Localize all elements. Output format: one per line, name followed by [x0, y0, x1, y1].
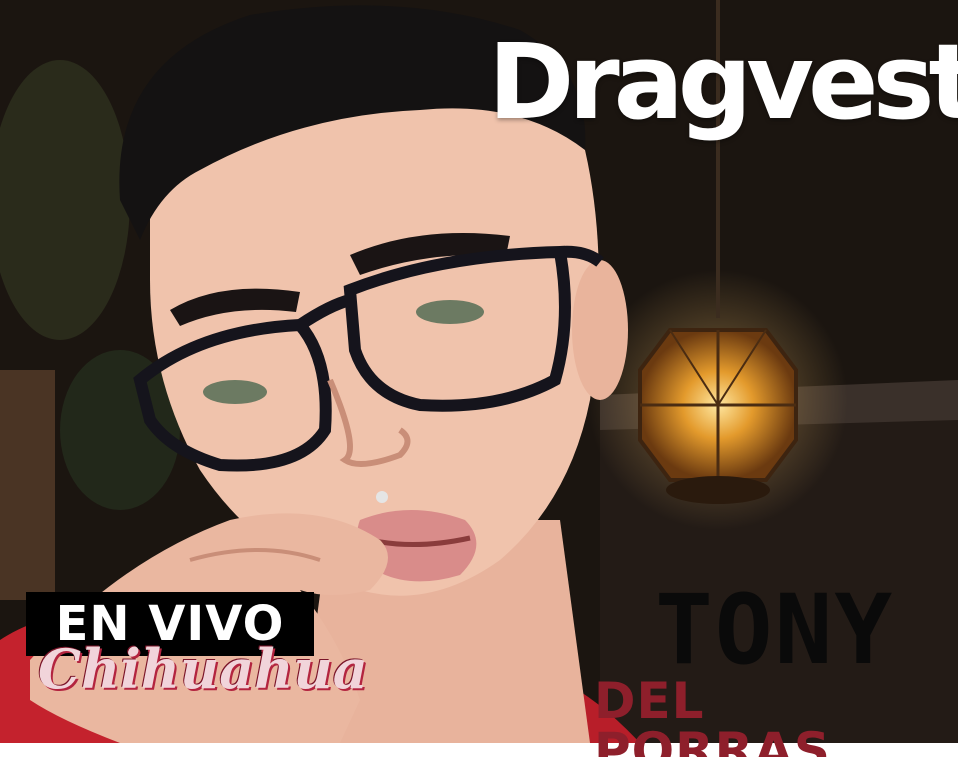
performer-last-name: DEL PORRAS — [594, 672, 831, 757]
brand-logo: Dragvesti — [488, 21, 958, 143]
performer-first-name: TONY — [655, 574, 895, 686]
live-badge: EN VIVO Chihuahua — [18, 590, 368, 702]
promo-poster: Dragvesti EN VIVO Chihuahua TONY DEL POR… — [0, 0, 958, 757]
live-city: Chihuahua — [38, 637, 368, 701]
